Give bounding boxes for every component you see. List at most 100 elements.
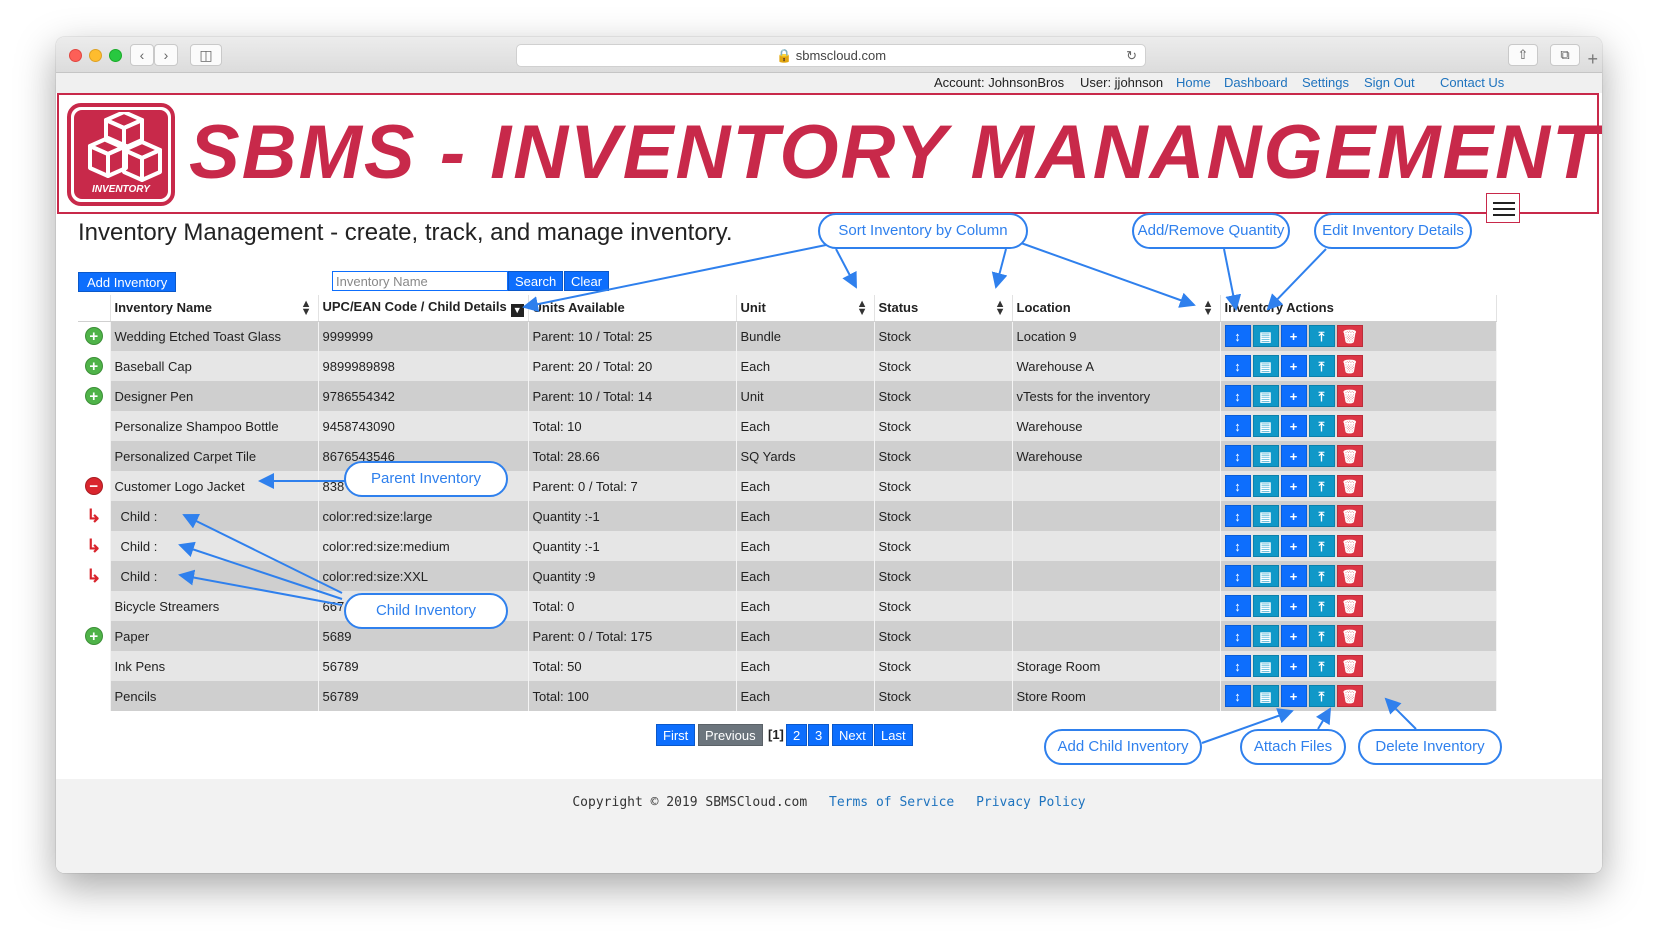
edit-details-icon[interactable]: ▤ [1252, 625, 1279, 647]
next-page-button[interactable]: Next [832, 724, 873, 746]
sort-icon[interactable]: ▲ ▼ [1203, 299, 1214, 318]
edit-details-icon[interactable]: ▤ [1252, 355, 1279, 377]
edit-details-icon[interactable]: ▤ [1252, 565, 1279, 587]
add-remove-quantity-icon[interactable]: ↕ [1224, 475, 1251, 497]
tabs-overview-icon[interactable]: ⧉ [1550, 44, 1580, 66]
sign-out-link[interactable]: Sign Out [1364, 75, 1415, 90]
first-page-button[interactable]: First [656, 724, 696, 746]
page-3-button[interactable]: 3 [808, 724, 830, 746]
share-icon[interactable]: ⇧ [1508, 44, 1538, 66]
delete-icon[interactable]: 🗑 [1336, 595, 1363, 617]
add-child-icon[interactable]: + [1280, 415, 1307, 437]
delete-icon[interactable]: 🗑 [1336, 475, 1363, 497]
settings-link[interactable]: Settings [1302, 75, 1349, 90]
delete-icon[interactable]: 🗑 [1336, 655, 1363, 677]
search-button[interactable]: Search [508, 271, 564, 291]
delete-icon[interactable]: 🗑 [1336, 565, 1363, 587]
back-button[interactable]: ‹ [130, 44, 154, 66]
add-remove-quantity-icon[interactable]: ↕ [1224, 685, 1251, 707]
edit-details-icon[interactable]: ▤ [1252, 595, 1279, 617]
add-remove-quantity-icon[interactable]: ↕ [1224, 355, 1251, 377]
sort-icon[interactable]: ▲ ▼ [995, 299, 1006, 318]
add-remove-quantity-icon[interactable]: ↕ [1224, 505, 1251, 527]
collapse-icon[interactable]: − [84, 477, 103, 495]
attach-files-icon[interactable]: ⤒ [1308, 505, 1335, 527]
expand-icon[interactable]: + [84, 357, 103, 375]
new-tab-icon[interactable]: + [1587, 49, 1598, 70]
edit-details-icon[interactable]: ▤ [1252, 655, 1279, 677]
add-remove-quantity-icon[interactable]: ↕ [1224, 415, 1251, 437]
zoom-window-button[interactable] [109, 49, 122, 62]
add-child-icon[interactable]: + [1280, 565, 1307, 587]
add-child-icon[interactable]: + [1280, 535, 1307, 557]
minimize-window-button[interactable] [89, 49, 102, 62]
dropdown-icon[interactable]: ▼ [510, 303, 524, 317]
delete-icon[interactable]: 🗑 [1336, 415, 1363, 437]
sidebar-toggle-icon[interactable]: ◫ [190, 44, 222, 66]
page-2-button[interactable]: 2 [786, 724, 808, 746]
attach-files-icon[interactable]: ⤒ [1308, 595, 1335, 617]
add-child-icon[interactable]: + [1280, 595, 1307, 617]
add-child-icon[interactable]: + [1280, 355, 1307, 377]
add-child-icon[interactable]: + [1280, 655, 1307, 677]
header-inventory-name[interactable]: Inventory Name ▲ ▼ [110, 295, 319, 322]
header-unit[interactable]: Unit ▲ ▼ [736, 295, 875, 322]
attach-files-icon[interactable]: ⤒ [1308, 685, 1335, 707]
reload-icon[interactable]: ↻ [1126, 45, 1137, 66]
header-location[interactable]: Location ▲ ▼ [1012, 295, 1221, 322]
edit-details-icon[interactable]: ▤ [1252, 415, 1279, 437]
add-remove-quantity-icon[interactable]: ↕ [1224, 565, 1251, 587]
edit-details-icon[interactable]: ▤ [1252, 685, 1279, 707]
header-units-available[interactable]: Units Available [528, 295, 737, 322]
add-remove-quantity-icon[interactable]: ↕ [1224, 445, 1251, 467]
edit-details-icon[interactable]: ▤ [1252, 505, 1279, 527]
attach-files-icon[interactable]: ⤒ [1308, 415, 1335, 437]
forward-button[interactable]: › [154, 44, 178, 66]
delete-icon[interactable]: 🗑 [1336, 325, 1363, 348]
clear-button[interactable]: Clear [564, 271, 610, 291]
add-remove-quantity-icon[interactable]: ↕ [1224, 655, 1251, 677]
add-remove-quantity-icon[interactable]: ↕ [1224, 325, 1251, 348]
add-child-icon[interactable]: + [1280, 325, 1307, 348]
add-child-icon[interactable]: + [1280, 685, 1307, 707]
attach-files-icon[interactable]: ⤒ [1308, 355, 1335, 377]
header-status[interactable]: Status ▲ ▼ [874, 295, 1013, 322]
delete-icon[interactable]: 🗑 [1336, 535, 1363, 557]
inventory-search-input[interactable] [332, 271, 508, 291]
close-window-button[interactable] [69, 49, 82, 62]
edit-details-icon[interactable]: ▤ [1252, 325, 1279, 348]
delete-icon[interactable]: 🗑 [1336, 445, 1363, 467]
last-page-button[interactable]: Last [874, 724, 913, 746]
header-upc-code[interactable]: UPC/EAN Code / Child Details ▼ [318, 295, 529, 322]
add-remove-quantity-icon[interactable]: ↕ [1224, 625, 1251, 647]
hamburger-menu-icon[interactable] [1486, 193, 1520, 223]
previous-page-button[interactable]: Previous [698, 724, 763, 746]
add-child-icon[interactable]: + [1280, 505, 1307, 527]
add-child-icon[interactable]: + [1280, 475, 1307, 497]
attach-files-icon[interactable]: ⤒ [1308, 475, 1335, 497]
home-link[interactable]: Home [1176, 75, 1211, 90]
dashboard-link[interactable]: Dashboard [1224, 75, 1288, 90]
expand-icon[interactable]: + [84, 327, 103, 346]
expand-icon[interactable]: + [84, 387, 103, 405]
edit-details-icon[interactable]: ▤ [1252, 535, 1279, 557]
add-inventory-button[interactable]: Add Inventory [78, 272, 177, 292]
add-remove-quantity-icon[interactable]: ↕ [1224, 535, 1251, 557]
address-bar[interactable]: 🔒 sbmscloud.com ↻ [516, 44, 1146, 67]
delete-icon[interactable]: 🗑 [1336, 355, 1363, 377]
privacy-link[interactable]: Privacy Policy [976, 795, 1086, 810]
attach-files-icon[interactable]: ⤒ [1308, 535, 1335, 557]
add-remove-quantity-icon[interactable]: ↕ [1224, 595, 1251, 617]
terms-link[interactable]: Terms of Service [829, 795, 954, 810]
attach-files-icon[interactable]: ⤒ [1308, 385, 1335, 407]
add-child-icon[interactable]: + [1280, 385, 1307, 407]
attach-files-icon[interactable]: ⤒ [1308, 655, 1335, 677]
add-child-icon[interactable]: + [1280, 625, 1307, 647]
delete-icon[interactable]: 🗑 [1336, 385, 1363, 407]
edit-details-icon[interactable]: ▤ [1252, 385, 1279, 407]
delete-icon[interactable]: 🗑 [1336, 685, 1363, 707]
edit-details-icon[interactable]: ▤ [1252, 475, 1279, 497]
attach-files-icon[interactable]: ⤒ [1308, 565, 1335, 587]
attach-files-icon[interactable]: ⤒ [1308, 445, 1335, 467]
sort-icon[interactable]: ▲ ▼ [857, 299, 868, 318]
